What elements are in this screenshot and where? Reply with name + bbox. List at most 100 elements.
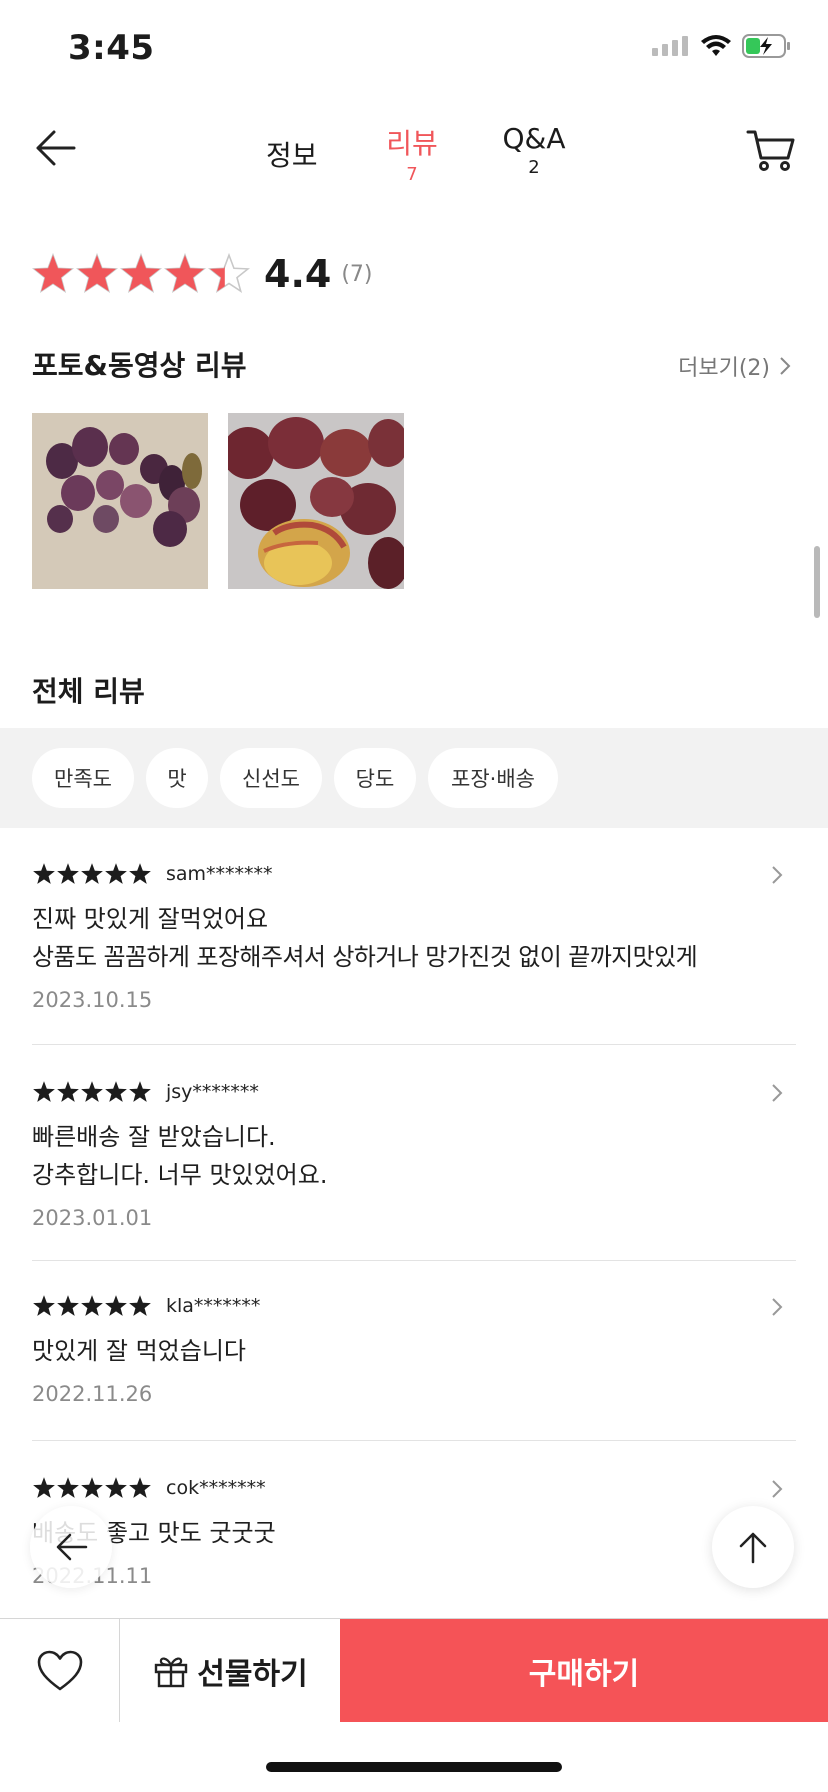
- chevron-right-icon: [772, 1298, 783, 1316]
- star-icon: [105, 1477, 127, 1498]
- star-icon: [81, 1477, 103, 1498]
- star-icon: [164, 253, 206, 294]
- review-filter-bar: 만족도 맛 신선도 당도 포장·배송: [0, 728, 828, 828]
- star-icon: [105, 863, 127, 884]
- rating-count: (7): [341, 261, 373, 287]
- tab-review[interactable]: 리뷰 7: [382, 122, 442, 185]
- wishlist-button[interactable]: [0, 1619, 120, 1722]
- star-icon: [57, 1081, 79, 1102]
- star-icon: [129, 863, 151, 884]
- bottom-action-bar: 선물하기 구매하기: [0, 1618, 828, 1722]
- photo-more-link[interactable]: 더보기(2): [678, 350, 792, 382]
- star-icon: [81, 1295, 103, 1316]
- tab-info-label: 정보: [266, 139, 318, 172]
- filter-chip-taste[interactable]: 맛: [146, 748, 208, 808]
- review-header: cok*******: [32, 1472, 796, 1504]
- star-icon: [105, 1081, 127, 1102]
- star-icon: [129, 1081, 151, 1102]
- review-header: kla*******: [32, 1290, 796, 1322]
- review-text-line: 빠른배송 잘 받았습니다.: [32, 1123, 276, 1151]
- fig-photo-1: [32, 413, 208, 589]
- arrow-left-icon: [56, 1533, 88, 1561]
- photo-thumbnail-1[interactable]: [32, 413, 208, 589]
- header: 정보 리뷰 7 Q&A 2: [0, 100, 828, 210]
- star-icon: [33, 1081, 55, 1102]
- star-icon: [81, 863, 103, 884]
- chevron-right-icon: [772, 866, 783, 884]
- gift-button[interactable]: 선물하기: [121, 1619, 340, 1722]
- review-user: jsy*******: [166, 1081, 259, 1103]
- review-user: sam*******: [166, 863, 273, 885]
- review-user: cok*******: [166, 1477, 266, 1499]
- star-icon: [76, 253, 118, 294]
- star-icon: [105, 1295, 127, 1316]
- review-date: 2022.11.11: [32, 1564, 796, 1588]
- tab-qa-count: 2: [528, 157, 540, 178]
- status-icons: [652, 34, 792, 58]
- star-icon: [81, 1081, 103, 1102]
- star-icon: [33, 1295, 55, 1316]
- star-icon: [208, 253, 250, 294]
- signal-icon: [652, 36, 688, 56]
- review-text-line: 강추합니다. 너무 맛있었어요.: [32, 1161, 328, 1189]
- gift-icon: [155, 1657, 188, 1687]
- review-date: 2023.01.01: [32, 1206, 153, 1230]
- photo-thumbnail-2[interactable]: [228, 413, 404, 589]
- star-icon: [33, 1477, 55, 1498]
- rating-summary: 4.4 (7): [32, 252, 373, 296]
- review-text: 배송도 좋고 맛도 굿굿굿: [32, 1514, 796, 1552]
- review-user: kla*******: [166, 1295, 261, 1317]
- tab-review-count: 7: [406, 164, 418, 185]
- arrow-up-icon: [739, 1532, 767, 1564]
- filter-chip-satisfaction[interactable]: 만족도: [32, 748, 134, 808]
- cart-button[interactable]: [744, 122, 798, 176]
- review-page: 3:45 정보 리뷰 7 Q&A 2 4.4 (7) 포토&동영상 리뷰 더보기…: [0, 0, 828, 1792]
- fig-photo-2: [228, 413, 404, 589]
- back-button[interactable]: [30, 122, 82, 174]
- chevron-right-icon: [780, 357, 791, 375]
- status-bar: 3:45: [0, 0, 828, 100]
- review-item[interactable]: sam******* 진짜 맛있게 잘먹었어요 상품도 꼼꼼하게 포장해주셔서 …: [32, 858, 796, 1012]
- buy-button[interactable]: 구매하기: [340, 1619, 828, 1722]
- scrollbar[interactable]: [814, 546, 820, 618]
- review-item[interactable]: kla******* 맛있게 잘 먹었습니다 2022.11.26: [32, 1290, 796, 1406]
- rating-score: 4.4: [264, 252, 332, 296]
- review-text-line: 상품도 꼼꼼하게 포장해주셔서 상하거나 망가진것 없이 끝까지맛있게: [32, 943, 698, 971]
- battery-icon: [742, 34, 790, 58]
- all-reviews-title: 전체 리뷰: [32, 675, 145, 708]
- filter-chip-sweetness[interactable]: 당도: [334, 748, 416, 808]
- heart-icon: [37, 1650, 82, 1690]
- buy-label: 구매하기: [528, 1656, 640, 1692]
- chevron-right-icon: [772, 1084, 783, 1102]
- status-time: 3:45: [68, 28, 155, 68]
- tab-qa[interactable]: Q&A 2: [500, 122, 568, 178]
- tab-info[interactable]: 정보: [266, 134, 318, 174]
- filter-chip-packaging[interactable]: 포장·배송: [428, 748, 558, 808]
- arrow-left-icon: [36, 130, 76, 166]
- chevron-right-icon: [772, 1480, 783, 1498]
- star-icon: [57, 1477, 79, 1498]
- floating-back-button[interactable]: [30, 1506, 112, 1588]
- scroll-to-top-button[interactable]: [712, 1506, 794, 1588]
- star-icon: [57, 863, 79, 884]
- review-item[interactable]: cok******* 배송도 좋고 맛도 굿굿굿 2022.11.11: [32, 1472, 796, 1588]
- review-text: 맛있게 잘 먹었습니다: [32, 1332, 796, 1370]
- review-stars: [32, 1476, 152, 1500]
- divider: [32, 1260, 796, 1261]
- review-text-line: 진짜 맛있게 잘먹었어요: [32, 905, 269, 933]
- wifi-icon: [701, 35, 731, 56]
- rating-stars: [32, 253, 250, 295]
- tab-qa-label: Q&A: [502, 122, 566, 155]
- filter-chip-freshness[interactable]: 신선도: [220, 748, 322, 808]
- review-text-line: 배송도 좋고 맛도 굿굿굿: [32, 1519, 276, 1547]
- home-indicator[interactable]: [266, 1762, 562, 1772]
- cart-icon: [746, 130, 795, 171]
- review-stars: [32, 1294, 152, 1318]
- review-item[interactable]: jsy******* 빠른배송 잘 받았습니다. 강추합니다. 너무 맛있었어요…: [32, 1076, 796, 1230]
- review-date: 2023.10.15: [32, 988, 153, 1012]
- review-header: sam*******: [32, 858, 796, 890]
- review-text: 진짜 맛있게 잘먹었어요 상품도 꼼꼼하게 포장해주셔서 상하거나 망가진것 없…: [32, 900, 796, 976]
- divider: [32, 1440, 796, 1441]
- tab-review-label: 리뷰: [386, 127, 438, 160]
- review-stars: [32, 862, 152, 886]
